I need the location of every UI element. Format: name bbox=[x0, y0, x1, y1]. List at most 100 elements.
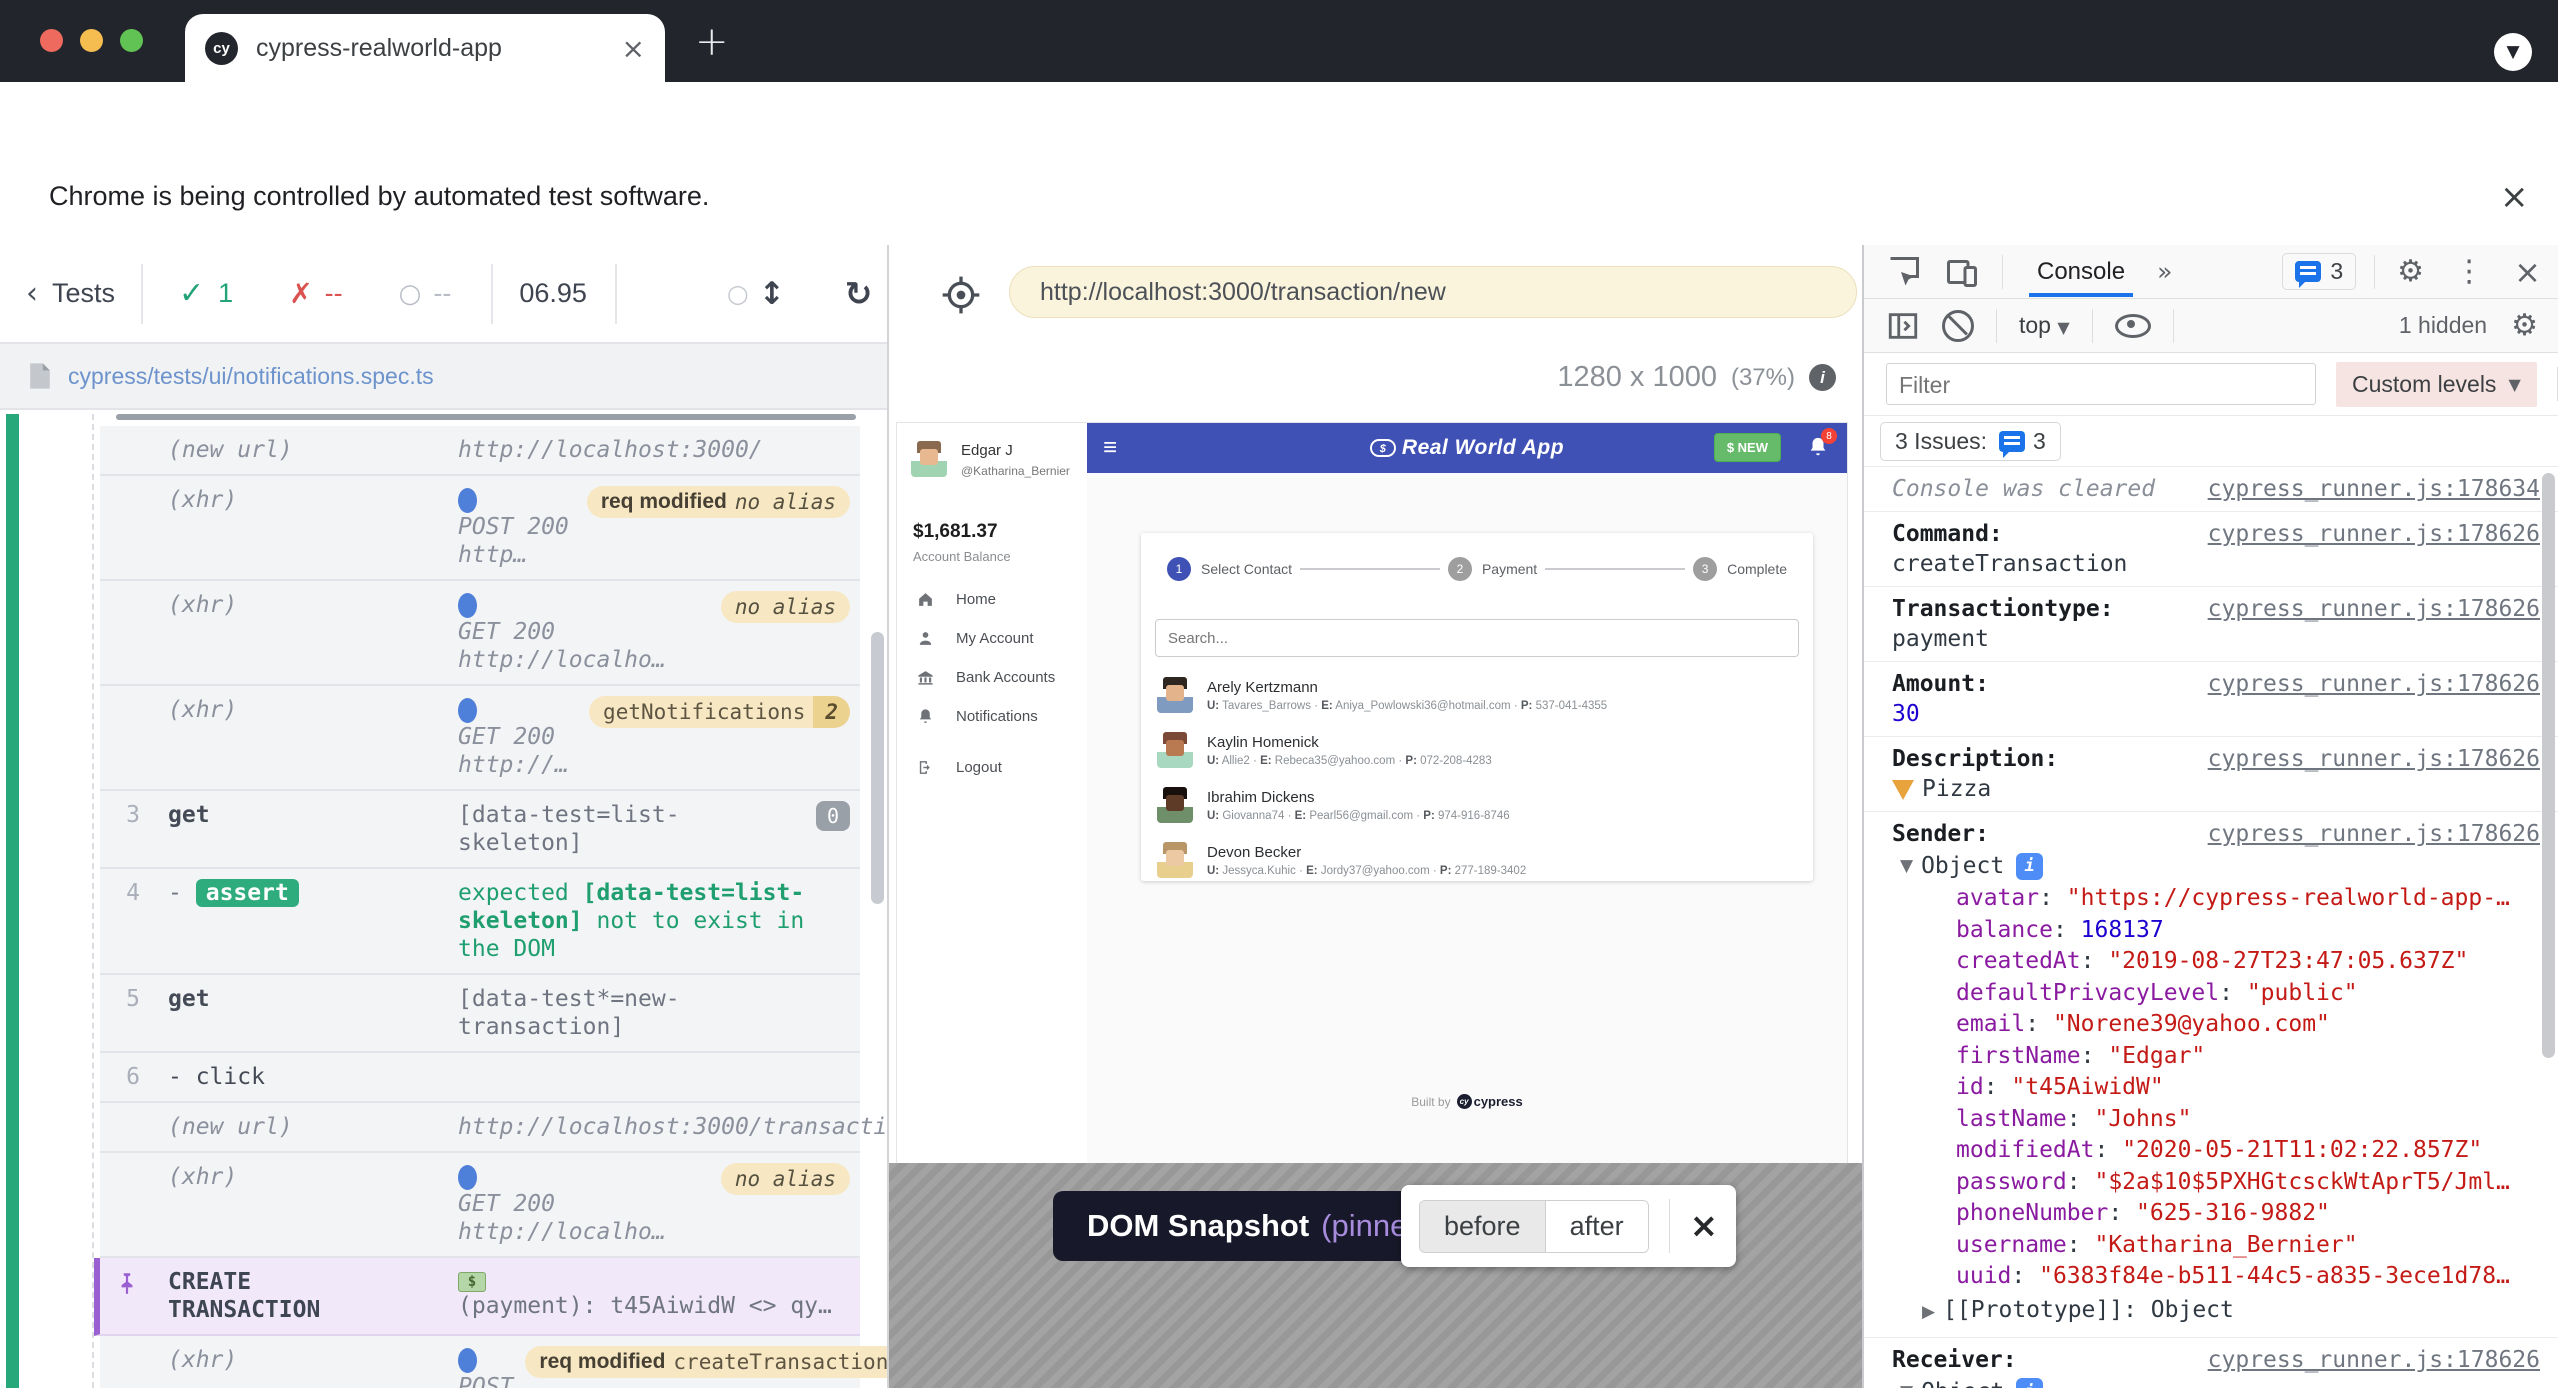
device-toolbar-icon[interactable] bbox=[1944, 254, 1980, 290]
clear-console-icon[interactable] bbox=[1942, 310, 1974, 342]
object-property[interactable]: uuid: "6383f84e-b511-44c5-a835-3ece1d78… bbox=[1864, 1261, 2558, 1293]
runner-scrollbar[interactable] bbox=[871, 632, 884, 904]
command-row[interactable]: 6- click bbox=[100, 1053, 860, 1103]
sidebar-item-notifications[interactable]: Notifications bbox=[897, 697, 1087, 736]
object-property[interactable]: email: "Norene39@yahoo.com" bbox=[1864, 1009, 2558, 1041]
banner-close-icon[interactable]: × bbox=[2500, 177, 2529, 217]
object-property[interactable]: phoneNumber: "625-316-9882" bbox=[1864, 1198, 2558, 1230]
object-property[interactable]: balance: 168137 bbox=[1864, 915, 2558, 947]
object-property[interactable]: password: "$2a$10$5PXHGtcsckWtAprT5/Jml… bbox=[1864, 1167, 2558, 1199]
step-circle-3: 3 bbox=[1693, 557, 1717, 581]
command-row[interactable]: (xhr) POST … req modifiedcreateTransacti… bbox=[100, 1336, 860, 1388]
contact-list-item[interactable]: Kaylin Homenick U: Allie2 · E: Rebeca35@… bbox=[1141, 722, 1813, 777]
new-tab-button[interactable]: + bbox=[695, 22, 729, 62]
pinned-command-row[interactable]: CREATE TRANSACTION $(payment): t45AiwidW… bbox=[94, 1258, 860, 1336]
source-link[interactable]: cypress_runner.js:178634 bbox=[2208, 474, 2540, 504]
issues-button[interactable]: 3 Issues: 3 bbox=[1880, 422, 2061, 461]
command-row[interactable]: (xhr) POST 200 http… req modifiedno alia… bbox=[100, 476, 860, 581]
hidden-messages-label[interactable]: 1 hidden bbox=[2399, 312, 2487, 339]
object-property[interactable]: modifiedAt: "2020-05-21T11:02:22.857Z" bbox=[1864, 1135, 2558, 1167]
devtools-scrollbar[interactable] bbox=[2542, 473, 2555, 1058]
console-messages-button[interactable]: 3 bbox=[2282, 253, 2356, 290]
command-row[interactable]: (xhr) GET 200 http://localho… no alias bbox=[100, 581, 860, 686]
sidebar-item-home[interactable]: Home bbox=[897, 580, 1087, 619]
source-link[interactable]: cypress_runner.js:178626 bbox=[2208, 669, 2540, 729]
viewport-info-icon[interactable]: i bbox=[1809, 364, 1836, 391]
context-selector[interactable]: top ▼ bbox=[2019, 312, 2070, 339]
rwa-logo-icon: $ bbox=[1370, 439, 1396, 457]
sidebar-item-bank-accounts[interactable]: Bank Accounts bbox=[897, 658, 1087, 697]
snapshot-after-button[interactable]: after bbox=[1546, 1201, 1648, 1252]
tab-close-icon[interactable]: × bbox=[622, 32, 645, 65]
log-levels-dropdown[interactable]: Custom levels▼ bbox=[2336, 362, 2537, 407]
command-row[interactable]: 3get [data-test=list-skeleton] 0 bbox=[100, 791, 860, 869]
command-row[interactable]: (new url) http://localhost:3000/ bbox=[100, 426, 860, 476]
object-property[interactable]: lastName: "Johns" bbox=[1864, 1104, 2558, 1136]
object-property[interactable]: avatar: "https://cypress-realworld-app-… bbox=[1864, 883, 2558, 915]
cypress-footer-logo[interactable]: cycypress bbox=[1457, 1094, 1523, 1109]
notifications-bell-button[interactable]: 8 bbox=[1807, 435, 1829, 464]
scroll-lock-toggle[interactable]: ○ ↕ bbox=[727, 276, 785, 312]
back-to-tests-button[interactable]: ‹ Tests bbox=[26, 276, 115, 311]
contact-list-item[interactable]: Ibrahim Dickens U: Giovanna74 · E: Pearl… bbox=[1141, 777, 1813, 832]
tab-console[interactable]: Console bbox=[2029, 248, 2133, 296]
command-row[interactable]: (xhr) GET 200 http://… getNotifications2 bbox=[100, 686, 860, 791]
command-row[interactable]: 5get [data-test*=new-transaction] bbox=[100, 975, 860, 1053]
devtools-kebab-icon[interactable]: ⋮ bbox=[2454, 254, 2484, 289]
object-property[interactable]: defaultPrivacyLevel: "public" bbox=[1864, 978, 2558, 1010]
object-expander[interactable]: ▼Object i bbox=[1864, 1375, 2558, 1388]
object-property[interactable]: firstName: "Edgar" bbox=[1864, 1041, 2558, 1073]
devtools-settings-gear-icon[interactable]: ⚙ bbox=[2397, 254, 2424, 289]
source-link[interactable]: cypress_runner.js:178626 bbox=[2208, 819, 2540, 849]
object-property[interactable]: id: "t45AiwidW" bbox=[1864, 1072, 2558, 1104]
snapshot-before-button[interactable]: before bbox=[1420, 1201, 1546, 1252]
pending-count: ○ -- bbox=[399, 278, 452, 309]
window-close-button[interactable] bbox=[40, 29, 63, 52]
xhr-dot-icon bbox=[458, 1348, 477, 1373]
info-badge-icon[interactable]: i bbox=[2016, 853, 2043, 880]
object-property[interactable]: createdAt: "2019-08-27T23:47:05.637Z" bbox=[1864, 946, 2558, 978]
window-minimize-button[interactable] bbox=[80, 29, 103, 52]
console-settings-gear-icon[interactable]: ⚙ bbox=[2511, 308, 2538, 343]
selector-playground-icon[interactable] bbox=[941, 275, 981, 320]
console-filter-field[interactable] bbox=[1886, 363, 2316, 405]
contact-list-item[interactable]: Arely Kertzmann U: Tavares_Barrows · E: … bbox=[1141, 667, 1813, 722]
snapshot-close-icon[interactable]: × bbox=[1690, 1206, 1719, 1246]
app-header: ≡ $Real World App $ NEW 8 bbox=[1087, 423, 1847, 473]
assert-row[interactable]: 4 - assert expected [data-test=list-skel… bbox=[100, 869, 860, 975]
spec-file-row[interactable]: cypress/tests/ui/notifications.spec.ts bbox=[0, 344, 887, 410]
live-expression-eye-icon[interactable] bbox=[2115, 314, 2151, 338]
inspect-element-icon[interactable] bbox=[1886, 254, 1922, 290]
app-preview-pane: http://localhost:3000/transaction/new 12… bbox=[889, 245, 1862, 1388]
source-link[interactable]: cypress_runner.js:178626 bbox=[2208, 594, 2540, 654]
step-label-1: Select Contact bbox=[1201, 561, 1292, 577]
contact-search-field[interactable] bbox=[1155, 619, 1799, 657]
source-link[interactable]: cypress_runner.js:178626 bbox=[2208, 519, 2540, 579]
window-zoom-button[interactable] bbox=[120, 29, 143, 52]
contact-list-item[interactable]: Devon Becker U: Jessyca.Kuhic · E: Jordy… bbox=[1141, 832, 1813, 887]
tab-search-button[interactable]: ▼ bbox=[2494, 33, 2532, 71]
automation-banner: Chrome is being controlled by automated … bbox=[0, 155, 2558, 246]
browser-tab[interactable]: cy cypress-realworld-app × bbox=[185, 14, 665, 82]
sidebar-item-my-account[interactable]: My Account bbox=[897, 619, 1087, 658]
command-row[interactable]: (new url) http://localhost:3000/transact… bbox=[100, 1103, 860, 1153]
spec-file-name[interactable]: cypress/tests/ui/notifications.spec.ts bbox=[68, 363, 434, 390]
command-row[interactable]: (xhr) GET 200 http://localho… no alias bbox=[100, 1153, 860, 1258]
object-expander[interactable]: ▼Object i bbox=[1864, 849, 2558, 883]
circle-icon: ○ bbox=[727, 279, 749, 308]
new-transaction-button[interactable]: $ NEW bbox=[1714, 433, 1781, 462]
command-log: (new url) http://localhost:3000/ (xhr) P… bbox=[0, 410, 887, 1388]
source-link[interactable]: cypress_runner.js:178626 bbox=[2208, 1345, 2540, 1375]
source-link[interactable]: cypress_runner.js:178626 bbox=[2208, 744, 2540, 804]
more-tabs-icon[interactable]: » bbox=[2157, 257, 2172, 286]
devtools-close-icon[interactable]: × bbox=[2514, 253, 2541, 291]
console-filter-input[interactable] bbox=[1887, 364, 2308, 406]
sidebar-item-logout[interactable]: Logout bbox=[897, 748, 1087, 787]
aut-url-bar[interactable]: http://localhost:3000/transaction/new bbox=[1009, 266, 1857, 318]
prototype-row[interactable]: ▶[[Prototype]]: Object bbox=[1864, 1293, 2558, 1333]
rerun-tests-icon[interactable]: ↻ bbox=[845, 274, 873, 313]
info-badge-icon[interactable]: i bbox=[2016, 1378, 2043, 1388]
console-sidebar-toggle-icon[interactable] bbox=[1886, 309, 1920, 343]
contact-search-input[interactable] bbox=[1156, 629, 1780, 648]
object-property[interactable]: username: "Katharina_Bernier" bbox=[1864, 1230, 2558, 1262]
